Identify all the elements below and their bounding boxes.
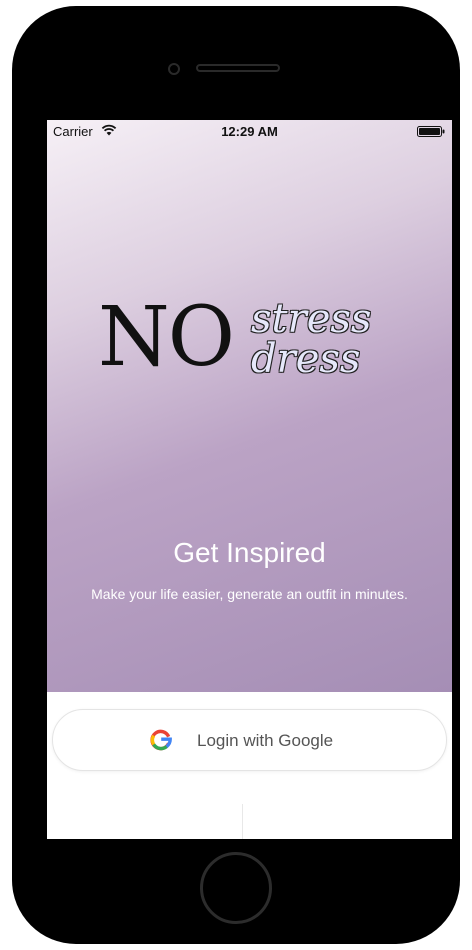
logo-stress-text: stress [251, 296, 372, 342]
earpiece-speaker [196, 64, 280, 72]
hero-banner: Carrier 12:29 AM NO stress dress Get Ins… [47, 120, 452, 692]
login-button-label: Login with Google [197, 731, 334, 750]
app-logo: NO stress dress [95, 285, 395, 405]
app-screen: Carrier 12:29 AM NO stress dress Get Ins… [47, 120, 452, 839]
bottom-divider [242, 804, 243, 839]
logo-dress-text: dress [251, 336, 361, 382]
hero-subtitle: Make your life easier, generate an outfi… [91, 586, 408, 602]
hero-title: Get Inspired [173, 537, 326, 568]
home-button[interactable] [200, 852, 272, 924]
status-bar: Carrier 12:29 AM [47, 120, 452, 142]
google-icon [150, 729, 172, 751]
phone-frame: Carrier 12:29 AM NO stress dress Get Ins… [12, 6, 460, 944]
status-time: 12:29 AM [221, 124, 278, 139]
battery-icon [417, 126, 445, 137]
logo-no-text: NO [98, 290, 235, 385]
front-camera [168, 63, 180, 75]
login-with-google-button[interactable]: Login with Google [52, 709, 447, 771]
